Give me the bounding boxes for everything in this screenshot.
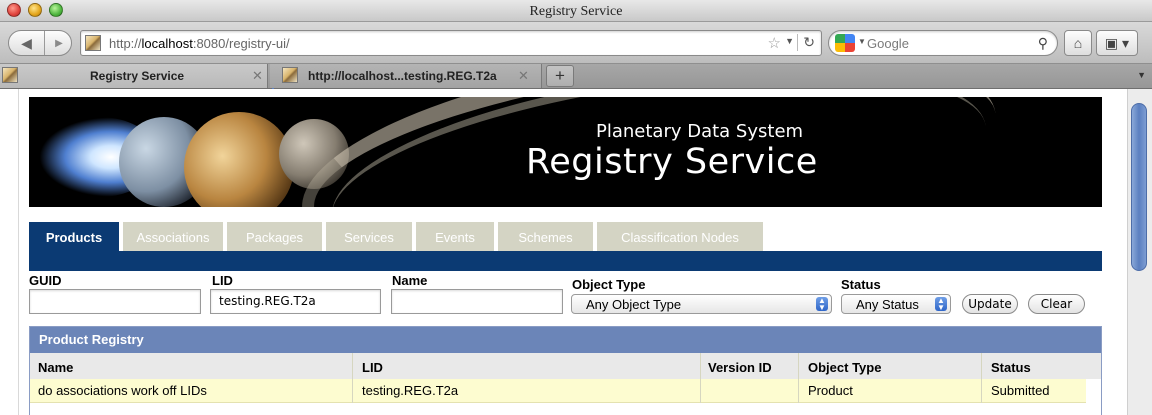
status-selected: Any Status	[856, 297, 919, 312]
search-icon[interactable]: ⚲	[1038, 35, 1048, 52]
cell-object-type: Product	[808, 383, 853, 398]
url-text[interactable]: http://localhost:8080/registry-ui/	[109, 36, 290, 51]
guid-label: GUID	[29, 273, 62, 288]
cell-status: Submitted	[991, 383, 1050, 398]
update-button[interactable]: Update	[962, 294, 1018, 314]
column-header-object-type[interactable]: Object Type	[808, 360, 881, 375]
back-button[interactable]: ◀	[9, 31, 45, 55]
plus-icon: +	[555, 66, 565, 85]
tab-classification-nodes[interactable]: Classification Nodes	[597, 222, 763, 252]
lid-label: LID	[212, 273, 233, 288]
column-divider	[352, 353, 353, 403]
browser-tab-label: http://localhost...testing.REG.T2a	[308, 69, 497, 83]
object-type-selected: Any Object Type	[586, 297, 682, 312]
search-placeholder: Google	[867, 36, 909, 51]
cell-name[interactable]: do associations work off LIDs	[38, 383, 207, 398]
url-prefix: http://	[109, 36, 142, 51]
tab-events[interactable]: Events	[416, 222, 494, 252]
page-content: Planetary Data System Registry Service P…	[0, 89, 1152, 415]
tab-services[interactable]: Services	[326, 222, 412, 252]
tab-products[interactable]: Products	[29, 222, 119, 252]
search-engine-icon[interactable]	[835, 34, 855, 52]
tab-packages[interactable]: Packages	[227, 222, 322, 252]
banner-planet-image	[184, 112, 294, 207]
home-button[interactable]: ⌂	[1064, 30, 1092, 56]
name-label: Name	[392, 273, 428, 288]
reload-icon[interactable]: ↻	[797, 34, 815, 51]
history-dropdown-icon[interactable]: ▼	[785, 36, 794, 46]
url-host: localhost	[141, 36, 193, 51]
clear-button[interactable]: Clear	[1028, 294, 1085, 314]
page-edge-divider	[18, 89, 19, 415]
column-header-version-id[interactable]: Version ID	[708, 360, 772, 375]
tab-associations[interactable]: Associations	[123, 222, 223, 252]
banner-subtitle: Planetary Data System	[596, 121, 804, 142]
bookmarks-icon: ▣ ▾	[1104, 34, 1130, 51]
bookmark-star-icon[interactable]: ☆	[768, 34, 781, 52]
scrollbar-thumb[interactable]	[1131, 103, 1147, 271]
window-title: Registry Service	[529, 4, 623, 19]
url-path: :8080/registry-ui/	[192, 36, 290, 51]
column-header-lid[interactable]: LID	[362, 360, 383, 375]
panel-title: Product Registry	[30, 327, 1101, 353]
tab-favicon-icon	[282, 67, 298, 83]
column-divider	[981, 353, 982, 403]
guid-input[interactable]	[29, 289, 201, 314]
tab-favicon-icon	[2, 67, 18, 83]
window-titlebar: Registry Service	[0, 0, 1152, 22]
status-label: Status	[841, 277, 881, 292]
home-icon: ⌂	[1073, 35, 1083, 51]
object-type-label: Object Type	[572, 277, 646, 292]
header-banner: Planetary Data System Registry Service	[29, 97, 1102, 207]
lid-input[interactable]: testing.REG.T2a	[210, 289, 381, 314]
browser-tab-localhost[interactable]: http://localhost...testing.REG.T2a ✕	[270, 64, 542, 88]
column-header-status[interactable]: Status	[991, 360, 1031, 375]
forward-arrow-icon: ▶	[55, 37, 63, 49]
status-select[interactable]: Any Status ▲ ▼	[841, 294, 951, 314]
search-bar[interactable]: ▼ Google ⚲	[828, 30, 1058, 56]
back-forward-group: ◀ ▶	[8, 30, 72, 56]
close-tab-icon[interactable]: ✕	[252, 68, 263, 84]
column-divider	[700, 353, 701, 403]
bookmarks-menu-button[interactable]: ▣ ▾	[1096, 30, 1138, 56]
registry-tabs: Products Associations Packages Services …	[29, 222, 1102, 252]
navigation-toolbar: ◀ ▶ http://localhost:8080/registry-ui/ ☆…	[0, 22, 1152, 64]
banner-title: Registry Service	[526, 142, 818, 182]
search-engine-dropdown-icon[interactable]: ▼	[858, 37, 866, 46]
product-registry-panel: Product Registry Name LID Version ID Obj…	[29, 326, 1102, 415]
address-bar[interactable]: http://localhost:8080/registry-ui/ ☆ ▼ ↻	[80, 30, 822, 56]
back-arrow-icon: ◀	[21, 34, 32, 51]
new-tab-button[interactable]: +	[546, 65, 574, 87]
browser-tab-strip: Registry Service ✕ http://localhost...te…	[0, 64, 1152, 89]
column-header-name[interactable]: Name	[38, 360, 73, 375]
browser-tab-registry-service[interactable]: Registry Service ✕	[0, 64, 268, 88]
cell-lid: testing.REG.T2a	[362, 383, 459, 398]
tab-underline-bar	[29, 251, 1102, 271]
table-row[interactable]: do associations work off LIDs testing.RE…	[30, 379, 1086, 403]
tab-list-dropdown-icon[interactable]: ▼	[1137, 70, 1146, 80]
close-tab-icon[interactable]: ✕	[518, 68, 529, 84]
forward-button[interactable]: ▶	[46, 31, 72, 55]
select-arrows-icon: ▲ ▼	[935, 297, 947, 312]
select-arrows-icon: ▲ ▼	[816, 297, 828, 312]
name-input[interactable]	[391, 289, 563, 314]
column-divider	[798, 353, 799, 403]
browser-tab-label: Registry Service	[90, 69, 185, 83]
table-header: Name LID Version ID Object Type Status	[30, 353, 1101, 379]
tab-schemes[interactable]: Schemes	[498, 222, 593, 252]
object-type-select[interactable]: Any Object Type ▲ ▼	[571, 294, 832, 314]
site-favicon-icon	[85, 35, 101, 51]
